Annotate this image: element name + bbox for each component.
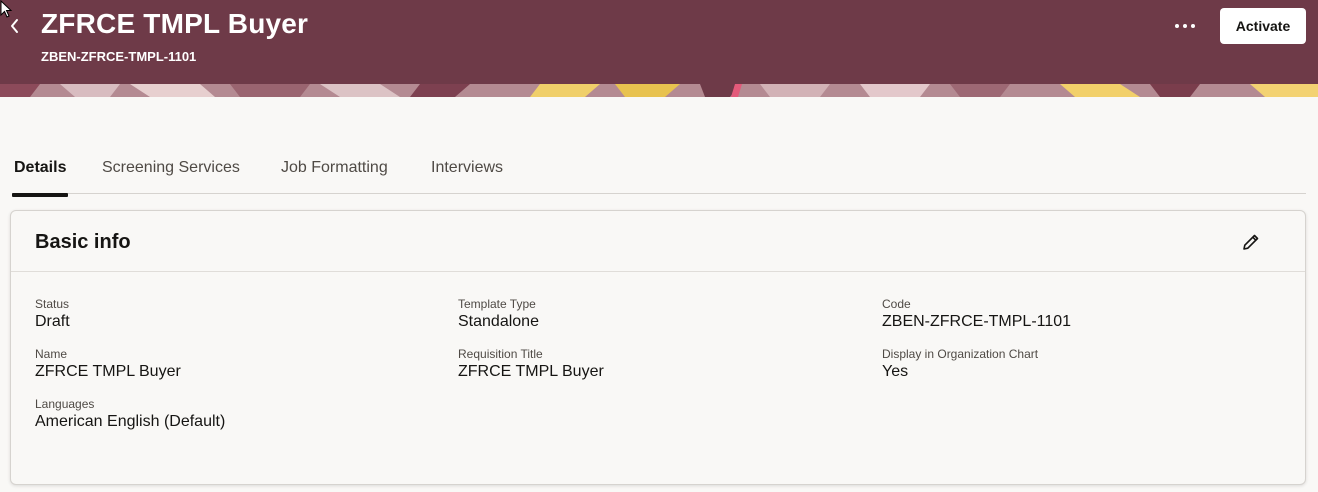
card-header: Basic info	[11, 211, 1305, 272]
field-value: ZFRCE TMPL Buyer	[458, 363, 604, 380]
field-name: Name ZFRCE TMPL Buyer	[35, 347, 181, 382]
field-label: Languages	[35, 397, 95, 411]
field-label: Status	[35, 297, 70, 311]
field-label: Name	[35, 347, 68, 361]
field-label: Display in Organization Chart	[882, 347, 1039, 361]
mouse-cursor-icon	[0, 0, 13, 18]
page-subtitle: ZBEN-ZFRCE-TMPL-1101	[41, 49, 197, 64]
tab-interviews[interactable]: Interviews	[431, 159, 503, 194]
card-title: Basic info	[35, 231, 131, 253]
field-value: Draft	[35, 313, 70, 330]
field-code: Code ZBEN-ZFRCE-TMPL-1101	[882, 297, 1071, 332]
pencil-icon	[1243, 234, 1259, 250]
field-requisition-title: Requisition Title ZFRCE TMPL Buyer	[458, 347, 604, 382]
field-value: Yes	[882, 363, 909, 380]
field-label: Template Type	[458, 297, 536, 311]
field-languages: Languages American English (Default)	[35, 397, 225, 432]
field-value: ZBEN-ZFRCE-TMPL-1101	[882, 313, 1072, 330]
tab-details[interactable]: Details	[11, 159, 69, 197]
tab-job-formatting[interactable]: Job Formatting	[281, 159, 388, 194]
tab-screening-services[interactable]: Screening Services	[102, 159, 240, 194]
field-status: Status Draft	[35, 297, 70, 332]
more-actions-button[interactable]	[1170, 14, 1200, 38]
activate-button[interactable]: Activate	[1220, 8, 1306, 44]
field-display-org-chart: Display in Organization Chart Yes	[882, 347, 1038, 382]
page-title: ZFRCE TMPL Buyer	[41, 8, 309, 39]
page-header: ZFRCE TMPL Buyer ZBEN-ZFRCE-TMPL-1101 Ac…	[0, 0, 1318, 97]
field-label: Requisition Title	[458, 347, 543, 361]
field-template-type: Template Type Standalone	[458, 297, 539, 332]
field-value: ZFRCE TMPL Buyer	[35, 363, 181, 380]
decorative-banner	[0, 84, 1318, 97]
edit-button[interactable]	[1239, 230, 1263, 254]
field-label: Code	[882, 297, 911, 311]
basic-info-card: Basic info Status Draft Template Type St…	[10, 210, 1306, 485]
field-value: Standalone	[458, 313, 539, 330]
tab-bar: Details Screening Services Job Formattin…	[11, 150, 1306, 197]
chevron-left-icon	[11, 19, 18, 33]
more-horizontal-icon	[1175, 24, 1195, 28]
field-value: American English (Default)	[35, 413, 226, 430]
